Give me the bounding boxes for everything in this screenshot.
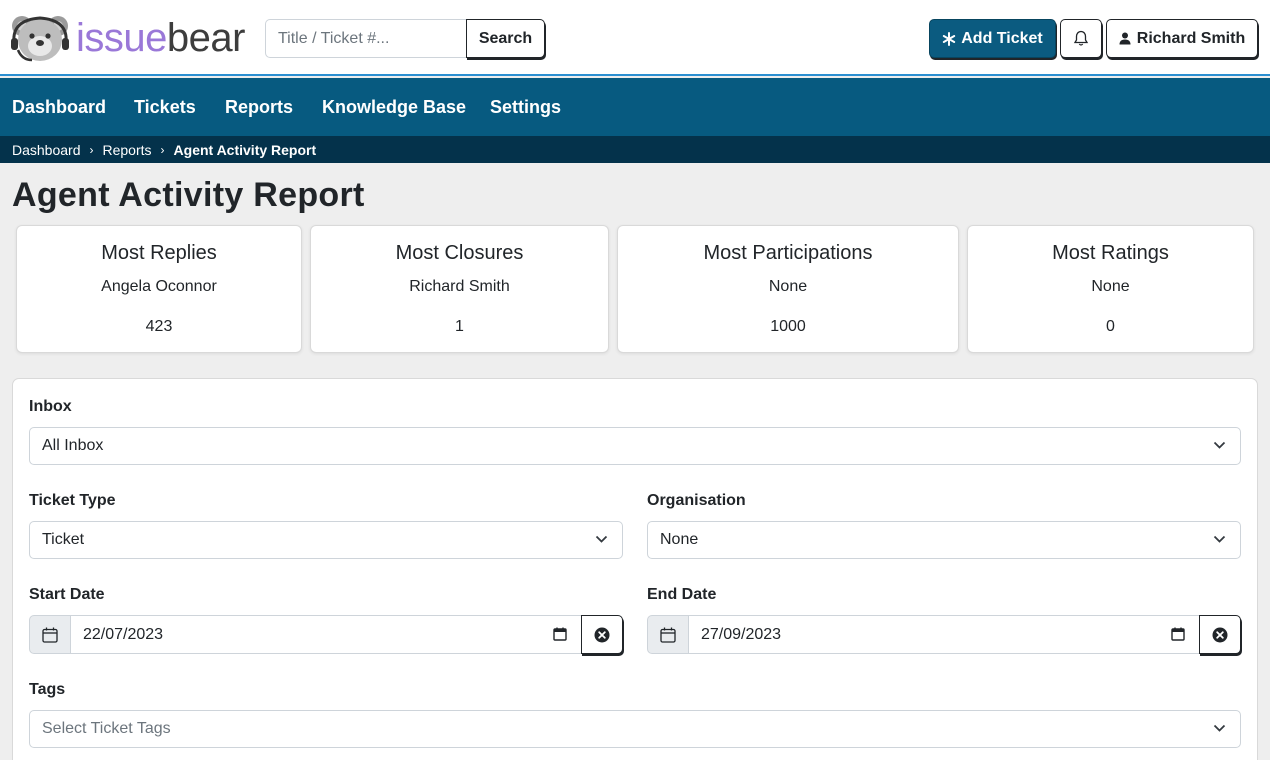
page-title: Agent Activity Report (12, 176, 365, 214)
chevron-right-icon: › (89, 142, 94, 157)
nav-item-knowledge-base[interactable]: Knowledge Base (322, 78, 466, 136)
main-nav: Dashboard Tickets Reports Knowledge Base… (0, 78, 1270, 136)
inbox-select[interactable]: All Inbox (29, 427, 1241, 465)
stat-agent-name: None (768, 278, 808, 295)
chevron-right-icon: › (160, 142, 165, 157)
calendar-icon (42, 627, 58, 643)
tags-placeholder: Select Ticket Tags (42, 720, 171, 737)
breadcrumb: Dashboard › Reports › Agent Activity Rep… (0, 136, 1270, 163)
start-date-value: 22/07/2023 (83, 626, 164, 643)
asterisk-icon (943, 31, 956, 46)
breadcrumb-dashboard[interactable]: Dashboard (12, 142, 81, 158)
close-circle-icon (594, 627, 610, 642)
ticket-type-select[interactable]: Ticket (29, 521, 623, 559)
end-date-group: 27/09/2023 (647, 615, 1241, 654)
ticket-type-selected-value: Ticket (42, 531, 85, 548)
add-ticket-button[interactable]: Add Ticket (929, 19, 1056, 58)
ticket-search-input[interactable] (265, 19, 468, 58)
user-name: Richard Smith (1136, 29, 1246, 47)
add-ticket-label: Add Ticket (961, 29, 1043, 47)
nav-item-reports[interactable]: Reports (225, 78, 293, 136)
nav-item-dashboard[interactable]: Dashboard (12, 78, 106, 136)
search-button[interactable]: Search (466, 19, 545, 58)
stat-agent-name: Richard Smith (409, 278, 510, 295)
inbox-selected-value: All Inbox (42, 437, 104, 454)
tags-select[interactable]: Select Ticket Tags (29, 710, 1241, 748)
start-date-input[interactable]: 22/07/2023 (70, 615, 582, 654)
end-date-input[interactable]: 27/09/2023 (688, 615, 1200, 654)
stat-value: 1000 (770, 318, 806, 335)
start-date-calendar-addon (29, 615, 71, 654)
calendar-picker-icon[interactable] (553, 627, 567, 641)
app-logo[interactable]: issuebear (10, 12, 250, 64)
stat-card-most-replies: Most Replies Angela Oconnor 423 (16, 225, 302, 353)
user-menu-button[interactable]: Richard Smith (1106, 19, 1258, 58)
logo-wordmark: issuebear (76, 16, 245, 60)
end-date-value: 27/09/2023 (701, 626, 782, 643)
clear-start-date-button[interactable] (581, 615, 623, 654)
chevron-down-icon (1213, 724, 1226, 732)
bell-icon (1073, 30, 1089, 46)
stat-agent-name: Angela Oconnor (101, 278, 217, 295)
chevron-down-icon (1213, 441, 1226, 449)
stat-title: Most Ratings (1052, 242, 1169, 264)
top-bar: issuebear Search Add Ticket Richard Smit… (0, 0, 1270, 76)
clear-end-date-button[interactable] (1199, 615, 1241, 654)
chevron-down-icon (1213, 535, 1226, 543)
stat-card-most-closures: Most Closures Richard Smith 1 (310, 225, 609, 353)
chevron-down-icon (595, 535, 608, 543)
end-date-calendar-addon (647, 615, 689, 654)
notifications-button[interactable] (1060, 19, 1102, 58)
start-date-label: Start Date (29, 586, 105, 603)
organisation-selected-value: None (660, 531, 699, 548)
breadcrumb-reports[interactable]: Reports (103, 142, 152, 158)
logo-text-issue: issue (76, 16, 167, 60)
inbox-label: Inbox (29, 398, 72, 415)
organisation-select[interactable]: None (647, 521, 1241, 559)
stat-card-most-participations: Most Participations None 1000 (617, 225, 959, 353)
organisation-label: Organisation (647, 492, 746, 509)
tags-label: Tags (29, 681, 66, 698)
calendar-picker-icon[interactable] (1171, 627, 1185, 641)
nav-item-settings[interactable]: Settings (490, 78, 561, 136)
stat-card-most-ratings: Most Ratings None 0 (967, 225, 1254, 353)
close-circle-icon (1212, 627, 1228, 642)
logo-text-bear: bear (166, 16, 246, 60)
ticket-type-label: Ticket Type (29, 492, 116, 509)
stat-title: Most Closures (395, 242, 524, 264)
stat-agent-name: None (1091, 278, 1130, 295)
calendar-icon (660, 627, 676, 643)
end-date-label: End Date (647, 586, 717, 603)
breadcrumb-current: Agent Activity Report (173, 141, 317, 158)
nav-item-tickets[interactable]: Tickets (134, 78, 196, 136)
stat-value: 1 (455, 318, 464, 335)
stat-value: 423 (145, 318, 173, 335)
stat-title: Most Participations (703, 242, 873, 264)
start-date-group: 22/07/2023 (29, 615, 623, 654)
stat-title: Most Replies (101, 242, 217, 264)
stat-value: 0 (1106, 318, 1115, 335)
user-icon (1119, 32, 1131, 45)
bear-logo-icon (11, 16, 69, 62)
